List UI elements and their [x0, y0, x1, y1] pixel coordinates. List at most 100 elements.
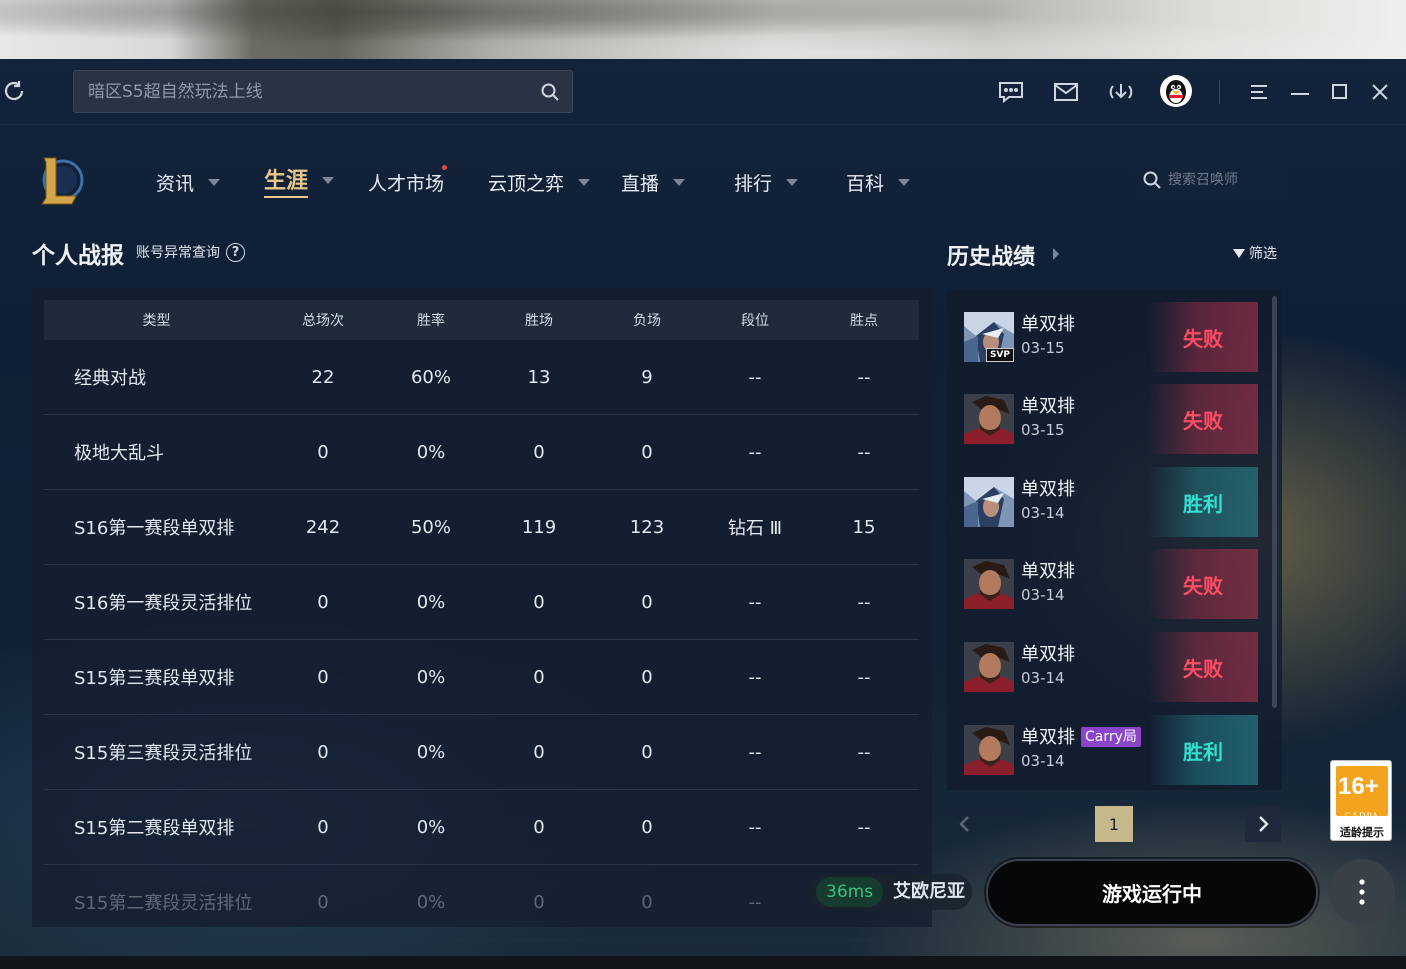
champion-portrait-icon — [964, 477, 1014, 527]
next-page-button[interactable] — [1245, 806, 1281, 842]
table-cell: 经典对战 — [74, 368, 146, 389]
table-cell: 0 — [641, 666, 653, 688]
nav-item-wiki[interactable]: 百科 — [846, 168, 911, 196]
age-rating-value: 16+ — [1338, 773, 1379, 800]
table-cell: 极地大乱斗 — [74, 443, 164, 464]
app-window: 资讯 生涯 人才市场 云顶之弈 直播 排行 百科 个人战报 账号异常查询 — [0, 59, 1406, 969]
header-losses: 负场 — [633, 313, 661, 329]
table-cell: 0% — [416, 816, 446, 838]
table-cell: 0% — [416, 891, 446, 913]
table-cell: S15第二赛段单双排 — [74, 818, 235, 839]
more-options-button[interactable] — [1329, 859, 1395, 925]
table-cell: 242 — [305, 516, 341, 538]
match-mode: 单双排 — [1021, 475, 1075, 501]
match-result: 失败 — [1148, 549, 1258, 619]
top-search-box[interactable] — [73, 70, 573, 113]
match-result: 失败 — [1148, 302, 1258, 372]
search-icon[interactable] — [1142, 170, 1162, 190]
table-cell: 0 — [317, 591, 329, 613]
match-item[interactable]: 单双排 03-14 胜利 — [958, 467, 1258, 537]
champion-avatar — [964, 559, 1014, 609]
summoner-search-box[interactable] — [1130, 159, 1290, 201]
nav-item-tft[interactable]: 云顶之弈 — [488, 168, 591, 196]
table-header: 类型 总场次 胜率 胜场 负场 段位 胜点 — [44, 300, 919, 340]
close-icon[interactable] — [1366, 78, 1394, 106]
age-rating-tip: 适龄提示 — [1340, 826, 1384, 839]
titlebar-divider — [1219, 80, 1220, 104]
qq-avatar[interactable] — [1160, 75, 1192, 107]
help-icon[interactable]: ? — [226, 242, 245, 262]
header-wins: 胜场 — [525, 313, 553, 329]
table-cell: -- — [857, 741, 871, 763]
stats-panel: 类型 总场次 胜率 胜场 负场 段位 胜点 经典对战 22 60% 13 9 -- -- 极地… — [32, 287, 932, 940]
download-icon[interactable] — [1107, 78, 1135, 106]
nav-item-talent-market[interactable]: 人才市场 — [368, 168, 444, 196]
game-running-button[interactable]: 游戏运行中 — [986, 859, 1318, 926]
ping-value: 36ms — [816, 877, 884, 907]
chevron-down-icon — [898, 178, 911, 186]
match-item[interactable]: 单双排 03-15 失败 — [958, 384, 1258, 454]
server-status[interactable]: 36ms 艾欧尼亚 — [810, 874, 972, 910]
more-vertical-icon — [1359, 879, 1365, 905]
history-scrollbar[interactable] — [1272, 296, 1277, 708]
table-cell: 0 — [533, 741, 545, 763]
header-total: 总场次 — [302, 313, 344, 329]
nav-item-ranking[interactable]: 排行 — [734, 168, 799, 196]
header-lp: 胜点 — [850, 313, 878, 329]
table-cell: 0 — [317, 891, 329, 913]
lol-logo[interactable] — [36, 152, 86, 207]
table-row: 极地大乱斗 0 0% 0 0 -- -- — [44, 415, 919, 490]
search-icon[interactable] — [540, 82, 560, 102]
table-cell: 0 — [533, 591, 545, 613]
match-item[interactable]: 单双排 03-14 失败 — [958, 632, 1258, 702]
penguin-icon — [1166, 80, 1186, 104]
chevron-right-icon — [1259, 816, 1269, 832]
table-cell: 0 — [317, 816, 329, 838]
nav-item-news[interactable]: 资讯 — [156, 168, 221, 196]
summoner-search-input[interactable] — [1168, 159, 1286, 201]
menu-icon[interactable] — [1245, 78, 1273, 106]
header-winrate: 胜率 — [417, 313, 445, 329]
page-number[interactable]: 1 — [1095, 806, 1133, 842]
chevron-right-icon[interactable] — [1053, 248, 1059, 260]
table-body: 经典对战 22 60% 13 9 -- -- 极地大乱斗 0 0% 0 0 -- -- S16第一赛段单双排… — [44, 340, 919, 940]
match-mode: 单双排 — [1021, 310, 1075, 336]
refresh-icon[interactable] — [2, 79, 26, 103]
mail-icon[interactable] — [1052, 78, 1080, 106]
header-rank: 段位 — [741, 313, 769, 329]
minimize-icon[interactable] — [1286, 78, 1314, 106]
match-history-title[interactable]: 历史战绩 — [947, 239, 1035, 271]
match-item[interactable]: 单双排 Carry局 03-14 胜利 — [958, 715, 1258, 785]
prev-page-button[interactable] — [947, 806, 983, 842]
match-mode: 单双排 Carry局 — [1021, 723, 1141, 749]
age-rating-badge: 16+ CADPA 适龄提示 — [1330, 760, 1392, 841]
nav-item-career[interactable]: 生涯 — [264, 166, 335, 198]
account-anomaly-link[interactable]: 账号异常查询 ? — [136, 242, 245, 262]
maximize-icon[interactable] — [1326, 78, 1354, 106]
svp-badge: SVP — [985, 348, 1014, 362]
match-mode-label: 单双排 — [1021, 479, 1075, 500]
match-item[interactable]: 单双排 03-14 失败 — [958, 549, 1258, 619]
match-mode-label: 单双排 — [1021, 644, 1075, 665]
chevron-down-icon — [673, 178, 686, 186]
table-cell: -- — [748, 666, 762, 688]
nav-item-live[interactable]: 直播 — [621, 168, 686, 196]
chevron-down-icon — [322, 176, 335, 184]
chat-icon[interactable] — [997, 78, 1025, 106]
table-cell: S15第三赛段灵活排位 — [74, 743, 253, 764]
filter-button[interactable]: 筛选 — [1233, 243, 1277, 263]
chevron-down-icon — [786, 178, 799, 186]
table-cell: 60% — [410, 366, 451, 388]
table-cell: 119 — [521, 516, 557, 538]
table-cell: 0% — [416, 666, 446, 688]
table-cell: 0 — [641, 441, 653, 463]
title-bar — [0, 59, 1406, 125]
table-cell: -- — [748, 741, 762, 763]
match-item[interactable]: SVP 单双排 03-15 失败 — [958, 302, 1258, 372]
top-search-input[interactable] — [88, 71, 528, 112]
header-type: 类型 — [142, 313, 171, 329]
table-cell: -- — [857, 366, 871, 388]
champion-avatar — [964, 477, 1014, 527]
table-cell: -- — [748, 366, 762, 388]
match-date: 03-14 — [1021, 586, 1065, 604]
